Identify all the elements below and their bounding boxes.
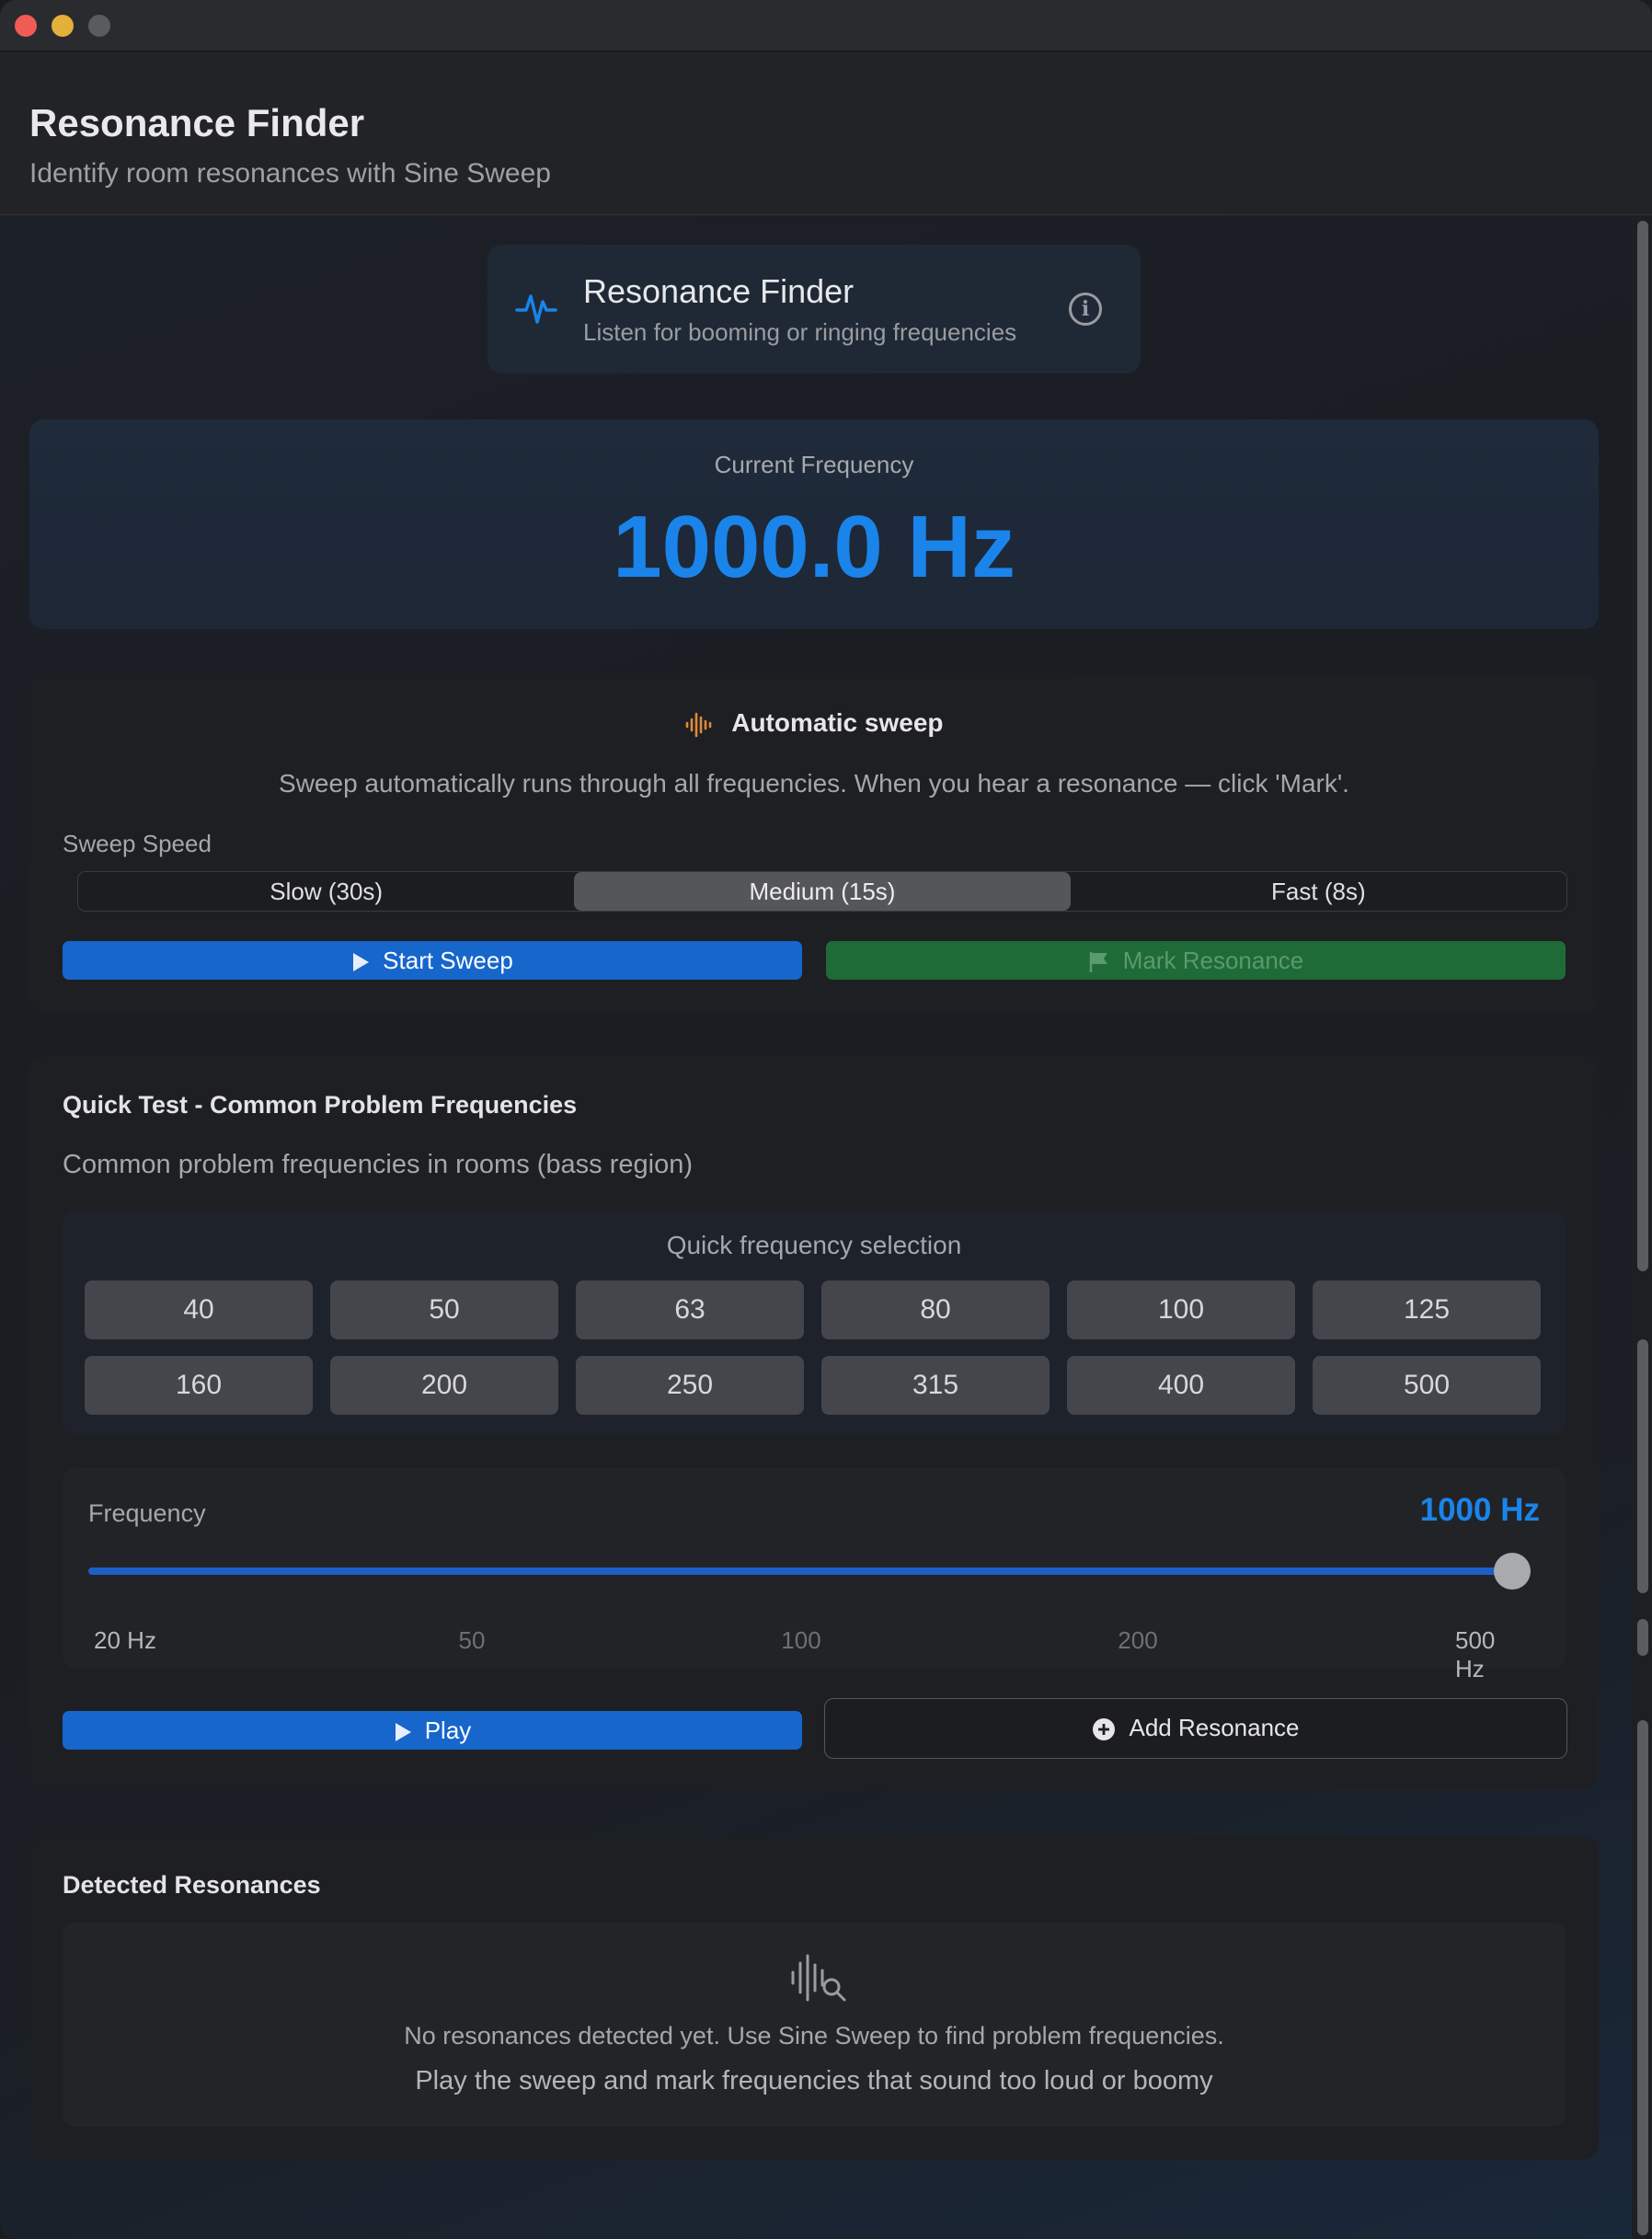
automatic-sweep-card: Automatic sweep Sweep automatically runs… bbox=[29, 673, 1599, 1012]
speed-option-fast[interactable]: Fast (8s) bbox=[1071, 872, 1566, 911]
play-button[interactable]: Play bbox=[63, 1711, 802, 1750]
play-icon bbox=[353, 953, 370, 972]
empty-state-hint: Play the sweep and mark frequencies that… bbox=[415, 2066, 1213, 2095]
detected-resonances-card: Detected Resonances No resonances detect… bbox=[29, 1836, 1599, 2160]
freq-button-100[interactable]: 100 bbox=[1067, 1280, 1295, 1339]
freq-button-125[interactable]: 125 bbox=[1313, 1280, 1541, 1339]
add-resonance-label: Add Resonance bbox=[1129, 1714, 1300, 1741]
zoom-window-button[interactable] bbox=[88, 15, 110, 37]
slider-tick: 100 bbox=[781, 1626, 821, 1654]
sweep-description: Sweep automatically runs through all fre… bbox=[279, 769, 1349, 798]
quick-test-card: Quick Test - Common Problem Frequencies … bbox=[29, 1056, 1599, 1790]
waveform-pulse-icon bbox=[515, 294, 557, 324]
scrollbar-segment[interactable] bbox=[1637, 1619, 1648, 1656]
tool-info-card: Resonance Finder Listen for booming or r… bbox=[488, 245, 1141, 373]
title-bar bbox=[0, 0, 1652, 52]
slider-tick-max: 500 Hz bbox=[1455, 1626, 1496, 1682]
sweep-speed-selector: Slow (30s) Medium (15s) Fast (8s) bbox=[77, 871, 1567, 912]
freq-button-50[interactable]: 50 bbox=[330, 1280, 558, 1339]
frequency-slider-panel: Frequency 1000 Hz 20 Hz 50 100 200 500 H… bbox=[63, 1468, 1566, 1682]
add-resonance-button[interactable]: Add Resonance bbox=[824, 1698, 1567, 1759]
sweep-speed-label: Sweep Speed bbox=[63, 830, 212, 857]
freq-button-80[interactable]: 80 bbox=[821, 1280, 1050, 1339]
tool-title: Resonance Finder bbox=[583, 272, 855, 310]
page-subtitle: Identify room resonances with Sine Sweep bbox=[29, 158, 551, 189]
freq-button-250[interactable]: 250 bbox=[576, 1356, 804, 1415]
tool-subtitle: Listen for booming or ringing frequencie… bbox=[583, 318, 1017, 346]
close-window-button[interactable] bbox=[15, 15, 37, 37]
frequency-slider-track[interactable] bbox=[88, 1567, 1531, 1575]
waveform-icon bbox=[686, 712, 712, 737]
start-sweep-button[interactable]: Start Sweep bbox=[63, 941, 802, 980]
freq-button-315[interactable]: 315 bbox=[821, 1356, 1050, 1415]
minimize-window-button[interactable] bbox=[52, 15, 74, 37]
scrollbar-thumb[interactable] bbox=[1637, 221, 1648, 1271]
quick-frequency-title: Quick frequency selection bbox=[666, 1231, 962, 1259]
sweep-title: Automatic sweep bbox=[731, 708, 944, 737]
current-frequency-value: 1000.0 Hz bbox=[613, 498, 1015, 596]
slider-tick-min: 20 Hz bbox=[94, 1626, 156, 1654]
empty-state: No resonances detected yet. Use Sine Swe… bbox=[63, 1923, 1566, 2127]
mark-resonance-label: Mark Resonance bbox=[1122, 947, 1304, 974]
current-frequency-label: Current Frequency bbox=[714, 451, 914, 478]
freq-button-200[interactable]: 200 bbox=[330, 1356, 558, 1415]
slider-tick: 200 bbox=[1118, 1626, 1158, 1654]
info-icon[interactable]: i bbox=[1069, 293, 1102, 326]
page-header: Resonance Finder Identify room resonance… bbox=[0, 52, 1652, 215]
app-window: Resonance Finder Identify room resonance… bbox=[0, 0, 1652, 2239]
freq-button-400[interactable]: 400 bbox=[1067, 1356, 1295, 1415]
empty-state-message: No resonances detected yet. Use Sine Swe… bbox=[404, 2022, 1224, 2050]
speed-option-medium[interactable]: Medium (15s) bbox=[574, 872, 1071, 911]
mark-resonance-button[interactable]: Mark Resonance bbox=[826, 941, 1566, 980]
play-label: Play bbox=[424, 1717, 472, 1744]
frequency-slider-thumb[interactable] bbox=[1494, 1553, 1531, 1590]
scrollbar-segment[interactable] bbox=[1637, 1339, 1648, 1593]
current-frequency-panel: Current Frequency 1000.0 Hz bbox=[29, 419, 1599, 629]
speed-option-slow[interactable]: Slow (30s) bbox=[78, 872, 574, 911]
frequency-slider-label: Frequency bbox=[88, 1499, 206, 1527]
freq-button-160[interactable]: 160 bbox=[85, 1356, 313, 1415]
flag-icon bbox=[1089, 952, 1107, 973]
page-title: Resonance Finder bbox=[29, 101, 365, 144]
quick-test-title: Quick Test - Common Problem Frequencies bbox=[63, 1091, 578, 1119]
quick-test-description: Common problem frequencies in rooms (bas… bbox=[63, 1150, 694, 1179]
plus-circle-icon bbox=[1093, 1718, 1116, 1741]
freq-button-500[interactable]: 500 bbox=[1313, 1356, 1541, 1415]
sweep-header: Automatic sweep bbox=[29, 708, 1599, 739]
play-icon bbox=[395, 1723, 411, 1742]
frequency-slider-value: 1000 Hz bbox=[1419, 1492, 1540, 1528]
scrollbar-segment[interactable] bbox=[1637, 1720, 1648, 2235]
start-sweep-label: Start Sweep bbox=[383, 947, 513, 974]
freq-button-40[interactable]: 40 bbox=[85, 1280, 313, 1339]
quick-frequency-grid: Quick frequency selection 40 50 63 80 10… bbox=[63, 1211, 1566, 1435]
waveform-magnifier-icon bbox=[791, 1954, 846, 2002]
detected-title: Detected Resonances bbox=[63, 1871, 321, 1899]
slider-tick: 50 bbox=[458, 1626, 486, 1654]
freq-button-63[interactable]: 63 bbox=[576, 1280, 804, 1339]
